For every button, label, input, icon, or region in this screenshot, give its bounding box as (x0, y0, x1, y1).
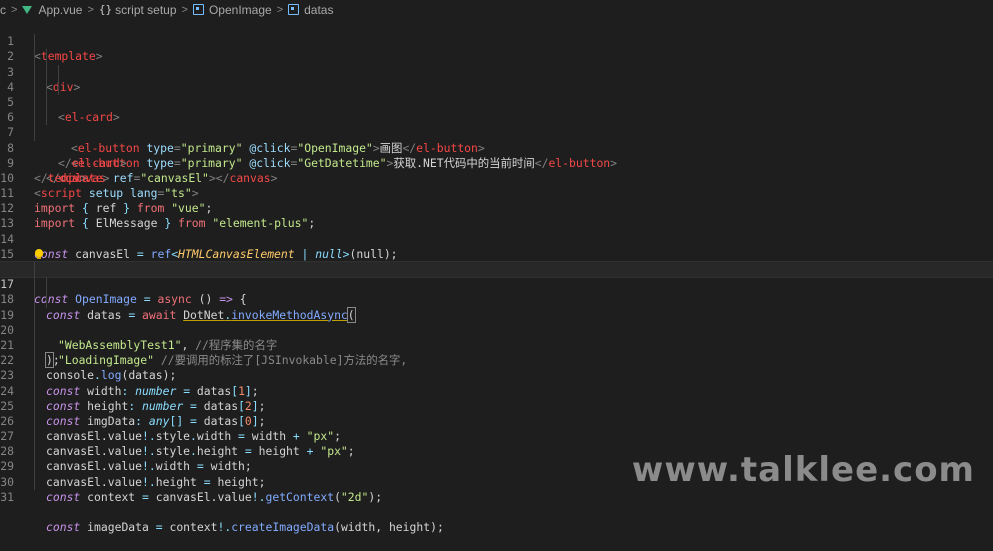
indent-guide (34, 353, 35, 369)
indent-guide (46, 110, 47, 126)
code-editor[interactable]: 1 <template> 2 <div> 3 <el-card> 4 <el-b… (0, 19, 993, 534)
code-line[interactable]: 27 canvasEl.value!.width = width; (0, 413, 993, 473)
indent-guide (34, 94, 35, 111)
code-line[interactable]: 28 canvasEl.value!.height = height; (0, 429, 993, 489)
indent-guide (46, 79, 47, 95)
code-line[interactable]: 10 <script setup lang="ts"> (0, 156, 993, 200)
breadcrumb-symbol-datas[interactable]: datas (288, 3, 333, 17)
braces-icon: {} (98, 3, 113, 16)
indent-guide (46, 277, 47, 293)
indent-guide (34, 125, 35, 141)
symbol-icon (192, 4, 204, 15)
indent-guide (34, 49, 35, 65)
indent-guide (34, 398, 35, 414)
code-line[interactable]: 13 (0, 201, 993, 230)
code-line[interactable]: 3 <el-card> (0, 49, 993, 124)
indent-guide (34, 307, 35, 323)
indent-guide (34, 368, 35, 384)
watermark: www.talklee.com (631, 450, 975, 490)
indent-guide (34, 322, 35, 338)
code-line[interactable]: 6 </el-card> (0, 94, 993, 170)
indent-guide (46, 94, 47, 111)
code-line[interactable]: 11 import { ref } from "vue"; (0, 171, 993, 215)
code-line[interactable]: 18 "WebAssemblyTest1", //程序集的名字 (0, 277, 993, 352)
indent-guide (34, 110, 35, 126)
breadcrumb-root[interactable]: c (0, 3, 6, 17)
code-line[interactable]: 16 const OpenImage = async () => { (0, 247, 993, 306)
indent-guide (34, 292, 35, 308)
indent-guide (34, 429, 35, 445)
indent-guide (34, 459, 35, 475)
indent-guide (34, 474, 35, 490)
code-line[interactable]: 15 (0, 232, 993, 261)
indent-guide (46, 49, 47, 65)
line-number: 31 (0, 489, 14, 504)
lightbulb-icon[interactable] (35, 248, 43, 259)
code-line-current[interactable]: 17 const datas = await DotNet.invokeMeth… (0, 260, 993, 323)
indent-guide (58, 79, 59, 95)
code-line[interactable]: 9 </template> (0, 141, 993, 185)
code-line[interactable]: 22 const width: number = datas[1]; (0, 337, 993, 398)
indent-guide (58, 64, 59, 80)
code-line[interactable]: 1 <template> (0, 19, 993, 63)
indent-guide (34, 277, 35, 293)
indent-guide (34, 262, 35, 278)
indent-guide (34, 413, 35, 430)
breadcrumb-file[interactable]: App.vue (22, 3, 82, 17)
code-line[interactable]: 26 canvasEl.value!.style.height = height… (0, 398, 993, 458)
chevron-right-icon: > (276, 3, 284, 16)
indent-guide (46, 292, 47, 308)
chevron-right-icon: > (11, 3, 18, 16)
code-line[interactable]: 23 const height: number = datas[2]; (0, 353, 993, 413)
code-line[interactable]: 4 <el-button type="primary" @click="Open… (0, 64, 993, 155)
line-content: const imageData = context!.createImageDa… (46, 520, 444, 535)
code-line[interactable]: 7 <canvas ref="canvasEl"></canvas> (0, 110, 993, 185)
code-line[interactable]: 24 const imgData: any[] = datas[0]; (0, 368, 993, 428)
code-line[interactable]: 2 <div> (0, 34, 993, 94)
indent-guide (34, 79, 35, 95)
breadcrumb-symbol-openimage[interactable]: OpenImage (192, 3, 272, 17)
code-line[interactable]: 25 canvasEl.value!.style.width = width +… (0, 383, 993, 443)
indent-guide (34, 383, 35, 399)
line-content: const context = canvasEl.value!.getConte… (46, 489, 383, 504)
indent-guide (34, 444, 35, 460)
vue-file-icon (22, 5, 33, 14)
code-line[interactable]: 20 ); (0, 307, 993, 369)
chevron-right-icon: > (87, 3, 94, 16)
breadcrumb: c > App.vue > {} script setup > OpenImag… (0, 0, 993, 19)
code-line[interactable]: 14 const canvasEl = ref<HTMLCanvasElemen… (0, 216, 993, 261)
indent-guide (46, 64, 47, 80)
code-line[interactable]: 12 import { ElMessage } from "element-pl… (0, 186, 993, 230)
symbol-icon (288, 4, 300, 15)
breadcrumb-section[interactable]: {} script setup (99, 3, 177, 17)
chevron-right-icon: > (181, 3, 188, 16)
code-line[interactable]: 5 <el-button type="primary" @click="GetD… (0, 79, 993, 170)
indent-guide (34, 337, 35, 354)
indent-guide (34, 34, 35, 50)
code-line[interactable]: 19 "LoadingImage" //要调用的标注了[JSInvokable]… (0, 292, 993, 367)
code-line[interactable]: 8 </div> (0, 125, 993, 185)
code-line[interactable]: 21 console.log(datas); (0, 322, 993, 382)
indent-guide (34, 64, 35, 80)
